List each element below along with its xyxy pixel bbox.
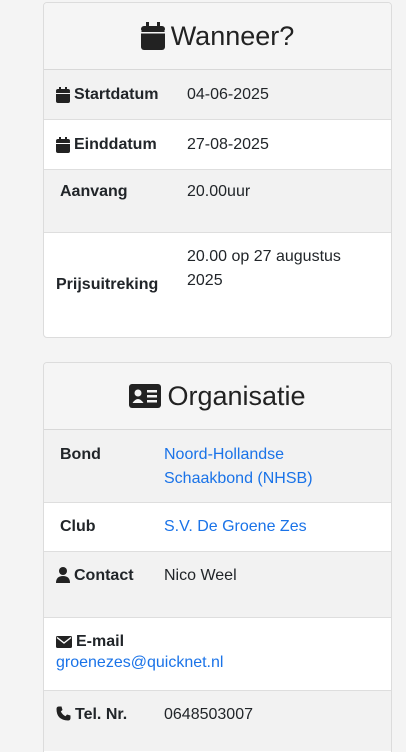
- email-label: E-mail: [56, 633, 391, 651]
- user-icon: [56, 567, 70, 583]
- envelope-icon: [56, 636, 72, 648]
- prijsuitreking-value: 20.00 op 27 augustus 2025: [187, 248, 341, 289]
- contact-row: Contact Nico Weel: [44, 552, 391, 618]
- club-value: S.V. De Groene Zes: [164, 503, 307, 551]
- when-card: Wanneer? Startdatum 04-06-2025 Einddatum…: [43, 2, 392, 338]
- startdatum-row: Startdatum 04-06-2025: [44, 70, 391, 120]
- org-card-header: Organisatie: [44, 363, 391, 430]
- einddatum-label: Einddatum: [44, 120, 187, 169]
- bond-link[interactable]: Noord-Hollandse Schaakbond (NHSB): [164, 446, 313, 487]
- contact-value: Nico Weel: [164, 567, 237, 584]
- org-card-title: Organisatie: [167, 380, 306, 411]
- startdatum-label: Startdatum: [44, 70, 187, 119]
- aanvang-label: Aanvang: [60, 183, 128, 200]
- phone-label: Tel. Nr.: [44, 691, 164, 751]
- when-card-header: Wanneer?: [44, 3, 391, 70]
- phone-icon: [56, 706, 71, 721]
- email-row: E-mail groenezes@quicknet.nl: [44, 618, 391, 691]
- bond-value: Noord-Hollandse Schaakbond (NHSB): [164, 430, 334, 502]
- id-card-icon: [129, 384, 162, 408]
- startdatum-value: 04-06-2025: [187, 85, 269, 103]
- prijsuitreking-label: Prijsuitreking: [56, 276, 159, 293]
- aanvang-value: 20.00uur: [187, 183, 251, 200]
- phone-value: 0648503007: [164, 706, 253, 723]
- calendar-icon: [56, 86, 70, 103]
- bond-row: Bond Noord-Hollandse Schaakbond (NHSB): [44, 430, 391, 503]
- prijsuitreking-row: Prijsuitreking 20.00 op 27 augustus 2025: [44, 233, 391, 337]
- calendar-icon: [56, 136, 70, 153]
- aanvang-row: Aanvang 20.00uur: [44, 170, 391, 233]
- email-link[interactable]: groenezes@quicknet.nl: [56, 654, 223, 671]
- club-row: Club S.V. De Groene Zes: [44, 503, 391, 552]
- org-card: Organisatie Bond Noord-Hollandse Schaakb…: [43, 362, 392, 752]
- email-value: groenezes@quicknet.nl: [56, 651, 391, 675]
- phone-row: Tel. Nr. 0648503007: [44, 691, 391, 751]
- einddatum-row: Einddatum 27-08-2025: [44, 120, 391, 170]
- club-label: Club: [60, 518, 96, 535]
- club-link[interactable]: S.V. De Groene Zes: [164, 515, 307, 539]
- bond-label: Bond: [60, 446, 101, 463]
- when-card-title: Wanneer?: [170, 20, 295, 51]
- einddatum-value: 27-08-2025: [187, 135, 269, 153]
- calendar-icon: [140, 22, 165, 50]
- contact-label: Contact: [44, 552, 164, 617]
